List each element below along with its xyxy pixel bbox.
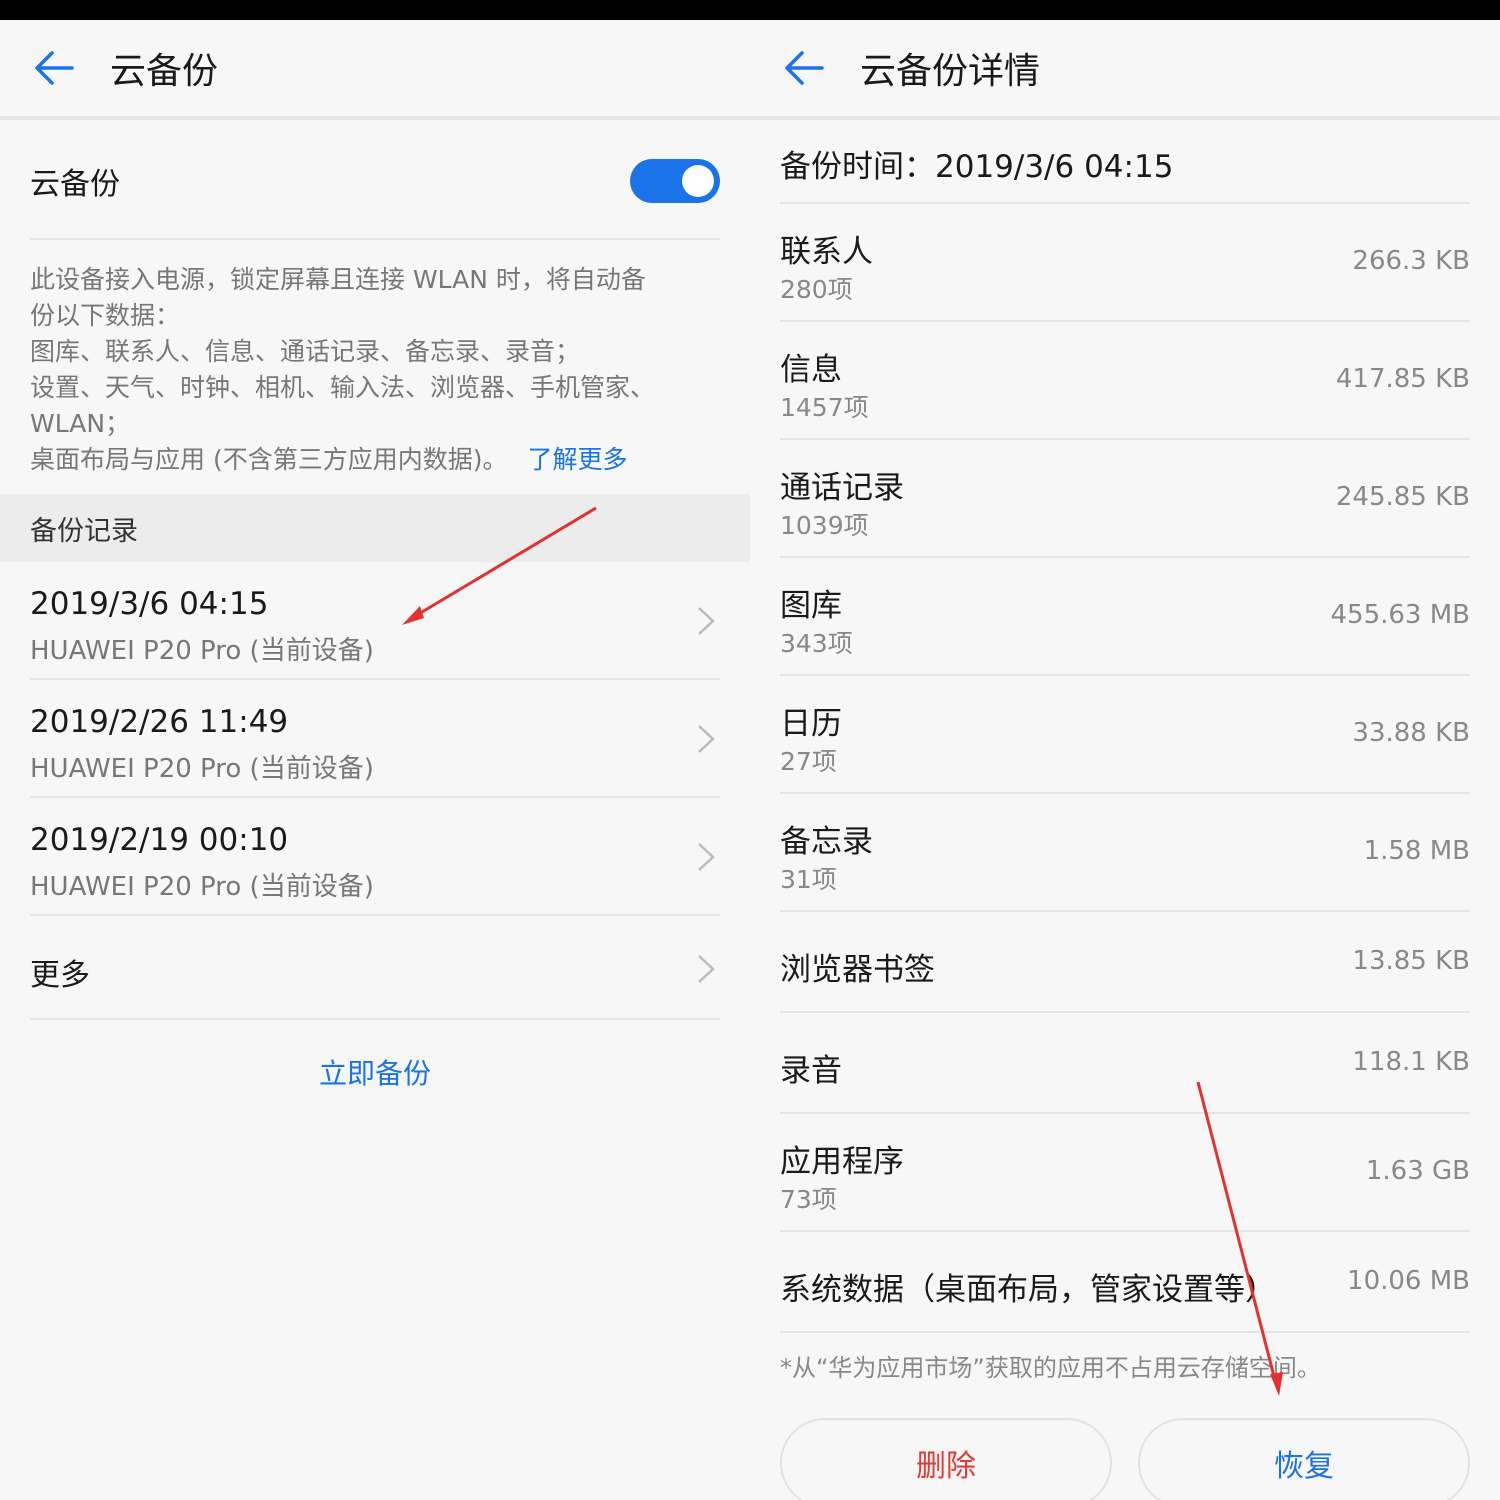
detail-size: 245.85 KB <box>1335 482 1470 512</box>
back-arrow-icon <box>785 51 824 85</box>
toggle-label: 云备份 <box>30 167 120 202</box>
detail-size: 1.58 MB <box>1363 836 1470 866</box>
backup-details-screen: 云备份详情 备份时间：2019/3/6 04:15 联系人 280项 266.3… <box>750 0 1500 1500</box>
description-line: 桌面布局与应用 (不含第三方应用内数据)。 了解更多 <box>30 442 720 478</box>
detail-name: 日历 <box>780 706 842 742</box>
backup-record[interactable]: 2019/3/6 04:15 HUAWEI P20 Pro (当前设备) <box>30 562 720 680</box>
detail-size: 417.85 KB <box>1335 364 1470 394</box>
detail-name: 信息 <box>780 352 842 388</box>
detail-name: 录音 <box>780 1053 842 1089</box>
back-button[interactable] <box>0 18 110 118</box>
backup-records-header: 备份记录 <box>0 494 750 562</box>
chevron-right-icon <box>698 955 715 983</box>
description-line: 份以下数据： <box>30 301 181 330</box>
detail-name: 通话记录 <box>780 470 904 506</box>
detail-name: 浏览器书签 <box>780 952 935 988</box>
description-last-text: 桌面布局与应用 (不含第三方应用内数据)。 <box>30 445 508 474</box>
back-button[interactable] <box>750 18 860 118</box>
record-date: 2019/3/6 04:15 <box>30 586 269 622</box>
detail-row: 信息 1457项 417.85 KB <box>780 322 1470 440</box>
description-line: 图库、联系人、信息、通话记录、备忘录、录音； <box>30 337 581 366</box>
detail-count: 73项 <box>780 1185 837 1214</box>
footnote: *从“华为应用市场”获取的应用不占用云存储空间。 <box>780 1354 1321 1382</box>
detail-size: 1.63 GB <box>1365 1156 1470 1186</box>
detail-size: 455.63 MB <box>1330 600 1470 630</box>
detail-count: 27项 <box>780 747 837 776</box>
record-device: HUAWEI P20 Pro (当前设备) <box>30 754 374 784</box>
status-bar <box>0 0 750 20</box>
detail-row: 录音 118.1 KB <box>780 1013 1470 1114</box>
detail-row: 应用程序 73项 1.63 GB <box>780 1114 1470 1232</box>
detail-row: 浏览器书签 13.85 KB <box>780 912 1470 1013</box>
app-bar: 云备份详情 <box>750 20 1500 120</box>
delete-button[interactable]: 删除 <box>780 1418 1112 1500</box>
record-date: 2019/2/26 11:49 <box>30 704 289 740</box>
cloud-backup-toggle[interactable] <box>630 159 720 203</box>
backup-record-list: 2019/3/6 04:15 HUAWEI P20 Pro (当前设备) 201… <box>0 562 750 1020</box>
page-title: 云备份 <box>110 51 219 92</box>
toggle-knob <box>682 165 714 197</box>
detail-size: 13.85 KB <box>1352 946 1470 976</box>
detail-name: 联系人 <box>780 234 873 270</box>
detail-count: 343项 <box>780 629 853 658</box>
description-line: 此设备接入电源，锁定屏幕且连接 WLAN 时，将自动备 <box>30 265 646 294</box>
cloud-backup-screen: 云备份 云备份 此设备接入电源，锁定屏幕且连接 WLAN 时，将自动备 份以下数… <box>0 0 750 1500</box>
learn-more-link[interactable]: 了解更多 <box>527 445 627 474</box>
chevron-right-icon <box>698 725 715 753</box>
more-records-row[interactable]: 更多 <box>30 916 720 1020</box>
more-label: 更多 <box>30 958 90 993</box>
backup-record[interactable]: 2019/2/26 11:49 HUAWEI P20 Pro (当前设备) <box>30 680 720 798</box>
detail-name: 系统数据（桌面布局，管家设置等） <box>780 1272 1276 1308</box>
app-bar: 云备份 <box>0 20 750 120</box>
detail-count: 1039项 <box>780 511 869 540</box>
detail-row: 日历 27项 33.88 KB <box>780 676 1470 794</box>
auto-backup-description: 此设备接入电源，锁定屏幕且连接 WLAN 时，将自动备 份以下数据： 图库、联系… <box>30 262 720 478</box>
record-date: 2019/2/19 00:10 <box>30 822 289 858</box>
detail-row: 系统数据（桌面布局，管家设置等） 10.06 MB <box>780 1232 1470 1333</box>
detail-count: 31项 <box>780 865 837 894</box>
backup-record[interactable]: 2019/2/19 00:10 HUAWEI P20 Pro (当前设备) <box>30 798 720 916</box>
detail-size: 33.88 KB <box>1352 718 1470 748</box>
detail-size: 118.1 KB <box>1352 1047 1470 1077</box>
record-device: HUAWEI P20 Pro (当前设备) <box>30 636 374 666</box>
backup-time: 备份时间：2019/3/6 04:15 <box>780 124 1470 204</box>
back-arrow-icon <box>35 51 74 85</box>
page-title: 云备份详情 <box>860 51 1041 92</box>
detail-name: 备忘录 <box>780 824 873 860</box>
detail-name: 应用程序 <box>780 1144 904 1180</box>
backup-detail-list: 联系人 280项 266.3 KB 信息 1457项 417.85 KB 通话记… <box>780 204 1470 1333</box>
description-line: 设置、天气、时钟、相机、输入法、浏览器、手机管家、 <box>30 373 656 402</box>
chevron-right-icon <box>698 607 715 635</box>
detail-name: 图库 <box>780 588 842 624</box>
detail-row: 联系人 280项 266.3 KB <box>780 204 1470 322</box>
cloud-backup-toggle-row: 云备份 <box>30 124 720 240</box>
chevron-right-icon <box>698 843 715 871</box>
status-bar <box>750 0 1500 20</box>
description-line: WLAN； <box>30 409 131 438</box>
detail-row: 图库 343项 455.63 MB <box>780 558 1470 676</box>
detail-row: 备忘录 31项 1.58 MB <box>780 794 1470 912</box>
restore-button[interactable]: 恢复 <box>1138 1418 1470 1500</box>
record-device: HUAWEI P20 Pro (当前设备) <box>30 872 374 902</box>
detail-count: 280项 <box>780 275 853 304</box>
detail-size: 10.06 MB <box>1347 1266 1470 1296</box>
detail-row: 通话记录 1039项 245.85 KB <box>780 440 1470 558</box>
detail-count: 1457项 <box>780 393 869 422</box>
backup-now-button[interactable]: 立即备份 <box>0 1052 750 1092</box>
detail-size: 266.3 KB <box>1352 246 1470 276</box>
